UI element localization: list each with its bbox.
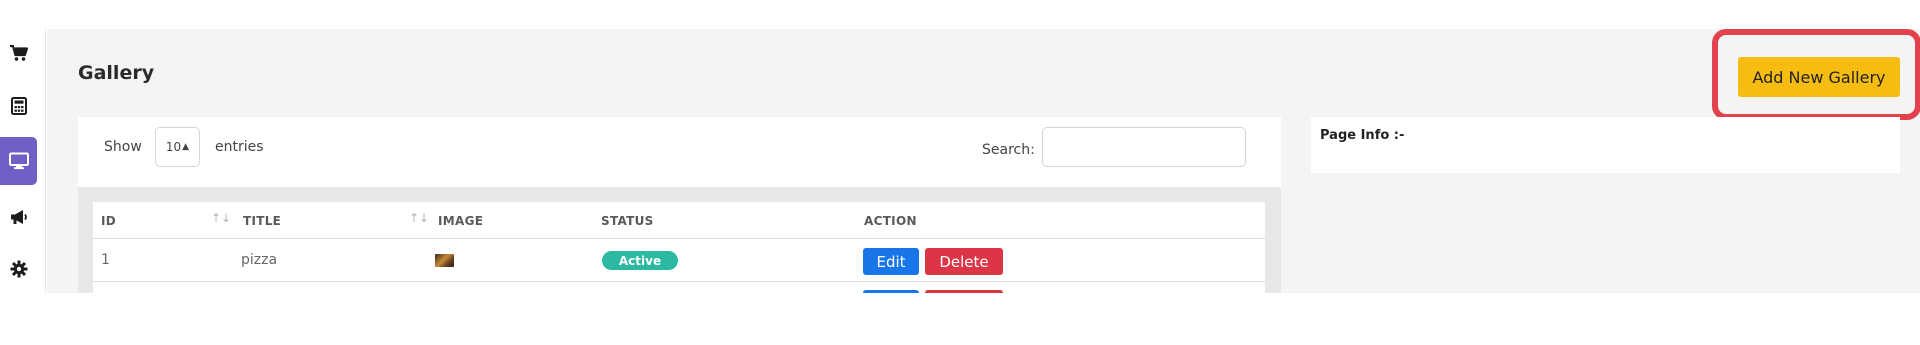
megaphone-icon: [9, 208, 29, 226]
column-header-action: ACTION: [864, 214, 917, 228]
entries-label: entries: [215, 139, 264, 155]
cart-icon: [9, 44, 29, 62]
gear-icon: [10, 260, 28, 278]
page-info-card: Page Info :-: [1311, 117, 1900, 173]
gallery-thumbnail-image: [435, 254, 454, 267]
table-row-partial: [93, 282, 1265, 293]
show-label: Show: [104, 139, 142, 155]
sort-arrows-icon: ▲︎: [182, 142, 190, 152]
delete-button[interactable]: Delete: [925, 248, 1003, 275]
table-header: ID ↑↓ TITLE ↑↓ IMAGE STATUS ACTION: [93, 202, 1265, 239]
monitor-icon: [8, 152, 29, 170]
gallery-table-card: Show 10 ▲︎ entries Search: ID ↑↓ TITLE ↑…: [78, 117, 1281, 293]
column-header-status: STATUS: [601, 214, 654, 228]
sidebar-item-settings[interactable]: [0, 245, 37, 293]
main-content: Gallery Add New Gallery Show 10 ▲︎ entri…: [47, 29, 1920, 293]
table-row: 1 pizza Active Edit Delete: [93, 239, 1265, 282]
row-id: 1: [101, 252, 110, 268]
column-header-image: IMAGE: [438, 214, 484, 228]
sidebar-item-monitor[interactable]: [0, 137, 37, 185]
page-title: Gallery: [78, 62, 155, 84]
app-screen: Gallery Add New Gallery Show 10 ▲︎ entri…: [0, 0, 1920, 345]
sidebar-item-marketing[interactable]: [0, 193, 37, 241]
edit-button[interactable]: Edit: [863, 248, 919, 275]
sidebar-rail: [0, 29, 46, 293]
column-header-id[interactable]: ID: [101, 214, 116, 228]
delete-button-partial[interactable]: [925, 290, 1003, 293]
column-header-title[interactable]: TITLE: [243, 214, 281, 228]
table-wrapper: ID ↑↓ TITLE ↑↓ IMAGE STATUS ACTION 1 piz…: [78, 187, 1281, 293]
sort-icon[interactable]: ↑↓: [211, 211, 231, 225]
add-new-gallery-button[interactable]: Add New Gallery: [1738, 57, 1900, 97]
table-controls: Show 10 ▲︎ entries Search:: [78, 117, 1281, 187]
edit-button-partial[interactable]: [863, 290, 919, 293]
search-input[interactable]: [1042, 127, 1246, 167]
gallery-table: ID ↑↓ TITLE ↑↓ IMAGE STATUS ACTION 1 piz…: [93, 202, 1265, 293]
calculator-icon: [10, 97, 27, 115]
sidebar-item-calculator[interactable]: [0, 82, 37, 130]
status-badge: Active: [602, 251, 678, 270]
page-info-title: Page Info :-: [1320, 128, 1405, 143]
page-size-value: 10: [165, 140, 182, 154]
sidebar-item-cart[interactable]: [0, 29, 37, 77]
row-title: pizza: [241, 252, 278, 268]
sort-icon[interactable]: ↑↓: [409, 211, 429, 225]
page-size-select[interactable]: 10 ▲︎: [155, 127, 200, 167]
search-label: Search:: [982, 142, 1035, 158]
